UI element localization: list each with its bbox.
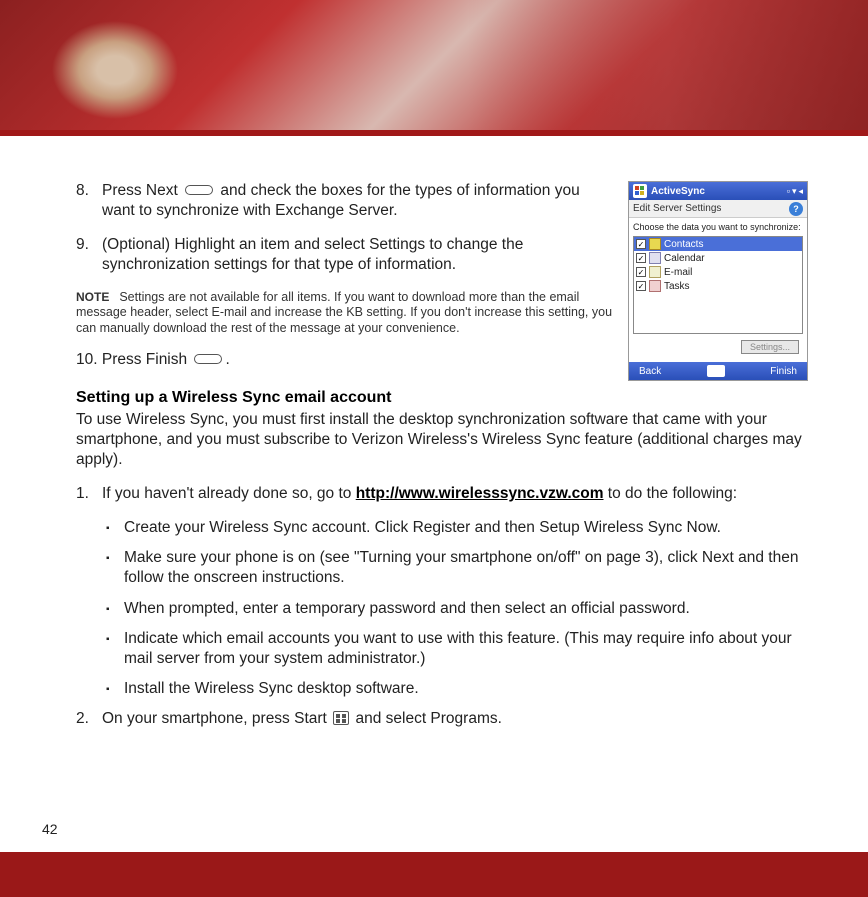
bullet-text: Install the Wireless Sync desktop softwa… xyxy=(124,679,808,699)
bullet-text: Make sure your phone is on (see "Turning… xyxy=(124,548,808,588)
sync-item-label: E-mail xyxy=(664,267,692,278)
bullet-icon: ▪ xyxy=(106,548,124,588)
windows-flag-icon xyxy=(633,184,647,198)
softkey-icon xyxy=(185,185,213,195)
step-text-after: and select Programs. xyxy=(351,710,502,727)
step-text-before: 10. Press Finish xyxy=(76,351,191,368)
sync-item-tasks: ✓ Tasks xyxy=(634,279,802,293)
checkbox-icon: ✓ xyxy=(636,253,646,263)
section-heading: Setting up a Wireless Sync email account xyxy=(76,389,808,407)
finish-softkey: Finish xyxy=(770,366,797,377)
keyboard-icon xyxy=(707,365,725,377)
network-icon: ◂ xyxy=(798,186,803,197)
note-text: Settings are not available for all items… xyxy=(76,290,612,335)
step-number: 9. xyxy=(76,235,102,275)
battery-icon: ▫ xyxy=(787,186,790,197)
bullet-icon: ▪ xyxy=(106,518,124,538)
contacts-icon xyxy=(649,238,661,250)
bullet-item: ▪Make sure your phone is on (see "Turnin… xyxy=(106,548,808,588)
bullet-text: Indicate which email accounts you want t… xyxy=(124,629,808,669)
screenshot-subtitle-bar: Edit Server Settings ? xyxy=(629,200,807,218)
screenshot-softkey-bar: Back Finish xyxy=(629,362,807,380)
screenshot-title: ActiveSync xyxy=(651,186,787,197)
tasks-icon xyxy=(649,280,661,292)
signal-icon: ▾ xyxy=(792,186,797,197)
screenshot-subtitle: Edit Server Settings xyxy=(633,203,721,214)
step-1: 1. If you haven't already done so, go to… xyxy=(76,484,808,504)
help-icon: ? xyxy=(789,202,803,216)
bullet-icon: ▪ xyxy=(106,599,124,619)
step-text-after: to do the following: xyxy=(604,485,738,502)
activesync-screenshot: ActiveSync ▫ ▾ ◂ Edit Server Settings ? … xyxy=(628,181,808,381)
bullet-text: When prompted, enter a temporary passwor… xyxy=(124,599,808,619)
checkbox-icon: ✓ xyxy=(636,239,646,249)
bullet-item: ▪Indicate which email accounts you want … xyxy=(106,629,808,669)
start-icon xyxy=(333,711,349,725)
bullet-icon: ▪ xyxy=(106,629,124,669)
checkbox-icon: ✓ xyxy=(636,281,646,291)
step-2: 2. On your smartphone, press Start and s… xyxy=(76,709,808,729)
wireless-sync-link[interactable]: http://www.wirelesssync.vzw.com xyxy=(356,485,604,502)
softkey-icon xyxy=(194,354,222,364)
footer-bar xyxy=(0,857,868,897)
page-number: 42 xyxy=(42,821,58,837)
sync-item-label: Tasks xyxy=(664,281,690,292)
sync-item-contacts: ✓ Contacts xyxy=(634,237,802,251)
screenshot-titlebar: ActiveSync ▫ ▾ ◂ xyxy=(629,182,807,200)
checkbox-icon: ✓ xyxy=(636,267,646,277)
bullet-item: ▪When prompted, enter a temporary passwo… xyxy=(106,599,808,619)
sync-item-email: ✓ E-mail xyxy=(634,265,802,279)
step-number: 8. xyxy=(76,181,102,221)
status-icons: ▫ ▾ ◂ xyxy=(787,186,803,197)
step-text-before: If you haven't already done so, go to xyxy=(102,485,356,502)
calendar-icon xyxy=(649,252,661,264)
step-text-before: Press Next xyxy=(102,182,182,199)
step-text: (Optional) Highlight an item and select … xyxy=(102,235,613,275)
email-icon xyxy=(649,266,661,278)
step-text-after: . xyxy=(225,351,229,368)
step-text-before: On your smartphone, press Start xyxy=(102,710,331,727)
sync-item-calendar: ✓ Calendar xyxy=(634,251,802,265)
settings-button: Settings... xyxy=(741,340,799,354)
sync-item-label: Contacts xyxy=(664,239,703,250)
back-softkey: Back xyxy=(639,366,661,377)
screenshot-instruction: Choose the data you want to synchronize: xyxy=(633,222,803,232)
step-number: 1. xyxy=(76,484,102,504)
bullet-text: Create your Wireless Sync account. Click… xyxy=(124,518,808,538)
bullet-item: ▪Install the Wireless Sync desktop softw… xyxy=(106,679,808,699)
sync-item-label: Calendar xyxy=(664,253,705,264)
bullet-icon: ▪ xyxy=(106,679,124,699)
bullet-item: ▪Create your Wireless Sync account. Clic… xyxy=(106,518,808,538)
header-photo xyxy=(0,0,868,130)
section-paragraph: To use Wireless Sync, you must first ins… xyxy=(76,410,808,470)
note-label: NOTE xyxy=(76,290,109,304)
sync-items-list: ✓ Contacts ✓ Calendar ✓ E-mail xyxy=(633,236,803,334)
step-number: 2. xyxy=(76,709,102,729)
